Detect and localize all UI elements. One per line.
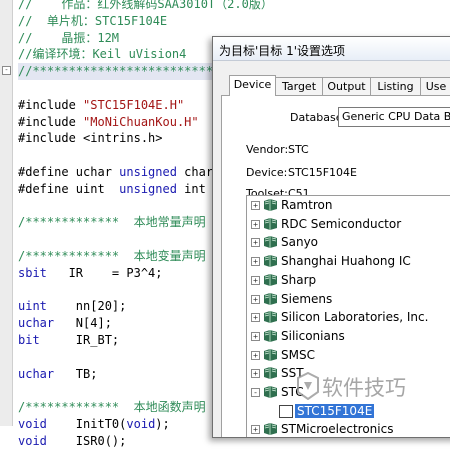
- vendor-book-icon: [264, 292, 277, 305]
- tree-vendor-item[interactable]: + Siemens: [247, 290, 450, 309]
- vendor-value: STC: [288, 143, 309, 156]
- expand-icon[interactable]: +: [251, 313, 260, 323]
- device-value: STC15F104E: [288, 166, 358, 179]
- code-token: uchar: [18, 366, 55, 381]
- device-label: Device:: [246, 166, 288, 179]
- tree-item-label: Shanghai Huahong IC: [281, 254, 411, 269]
- tree-item-label: Siemens: [281, 291, 333, 306]
- code-token: /************* 本地常量声明: [18, 215, 206, 230]
- code-token: #define uint: [18, 181, 120, 196]
- code-token: sbit: [18, 265, 47, 280]
- code-token: );: [155, 416, 170, 431]
- watermark-logo-icon: [297, 372, 319, 400]
- vendor-label: Vendor:: [246, 143, 289, 156]
- tree-item-label: STMicroelectronics: [281, 422, 394, 437]
- tree-item-label: RDC Semiconductor: [281, 216, 402, 231]
- expand-icon[interactable]: +: [251, 257, 260, 267]
- tree-vendor-item[interactable]: + Ramtron: [247, 196, 450, 215]
- tree-vendor-item[interactable]: + Sharp: [247, 271, 450, 290]
- expand-icon[interactable]: +: [251, 294, 260, 304]
- expand-icon[interactable]: +: [251, 275, 260, 285]
- code-token: // 单片机：STC15F104E: [18, 13, 168, 28]
- code-token: /************* 本地变量声明: [18, 248, 206, 263]
- tree-vendor-item[interactable]: + Silicon Laboratories, Inc.: [247, 308, 450, 327]
- tree-item-label: Sanyo: [281, 235, 319, 250]
- code-token: int: [176, 181, 206, 196]
- code-token: IR_BT;: [39, 332, 120, 347]
- code-token: bit: [18, 332, 40, 347]
- expand-icon[interactable]: +: [251, 201, 260, 210]
- code-token: uint: [18, 299, 47, 314]
- code-token: void: [126, 416, 156, 431]
- tree-item-label: Sharp: [281, 272, 317, 287]
- fold-toggle-icon[interactable]: -: [2, 66, 11, 75]
- code-token: unsigned: [119, 181, 177, 196]
- dialog-title-bar[interactable]: 为目标'目标 1'设置选项: [213, 37, 450, 61]
- database-select[interactable]: Generic CPU Data Base: [338, 107, 450, 127]
- expand-icon[interactable]: +: [251, 331, 260, 341]
- code-token: uchar: [18, 316, 55, 331]
- tree-vendor-item[interactable]: + RDC Semiconductor: [247, 215, 450, 234]
- code-token: "MoNiChuanKou.H": [83, 114, 199, 129]
- vendor-book-icon: [264, 236, 277, 249]
- expand-icon[interactable]: +: [251, 350, 260, 360]
- vendor-book-icon: [264, 329, 277, 342]
- code-line: // 单片机：STC15F104E: [18, 13, 300, 30]
- watermark-text: 软件技巧: [322, 376, 406, 400]
- code-token: TB;: [54, 366, 98, 381]
- tree-vendor-item[interactable]: + Shanghai Huahong IC: [247, 252, 450, 271]
- tab-device[interactable]: Device: [229, 75, 276, 96]
- expand-icon[interactable]: +: [251, 238, 260, 248]
- vendor-book-icon: [264, 311, 277, 324]
- tab-target[interactable]: Target: [275, 77, 323, 95]
- code-token: // 晶振：12M: [18, 30, 120, 45]
- code-token: #include <intrins.h>: [18, 131, 163, 146]
- code-token: unsigned: [119, 164, 177, 179]
- code-token: #include: [18, 97, 84, 112]
- tree-vendor-item[interactable]: + Sanyo: [247, 233, 450, 252]
- tab-listing[interactable]: Listing: [370, 77, 421, 95]
- code-token: char: [176, 164, 214, 179]
- vendor-book-icon: [264, 199, 277, 211]
- code-token: // 作品：红外线解码SAA3010T（2.0版）: [18, 0, 273, 11]
- tree-vendor-item[interactable]: + SMSC: [247, 346, 450, 365]
- expand-icon[interactable]: +: [251, 369, 260, 379]
- vendor-book-icon: [264, 367, 277, 380]
- vendor-book-icon: [264, 386, 277, 398]
- vendor-book-icon: [264, 273, 277, 286]
- expand-icon[interactable]: +: [251, 425, 260, 435]
- code-token: void: [18, 433, 47, 448]
- code-token: //编译环境：Keil uVision4: [18, 47, 187, 62]
- code-token: #include: [18, 114, 84, 129]
- collapse-icon[interactable]: -: [251, 388, 260, 397]
- tree-item-label: Silicon Laboratories, Inc.: [281, 310, 429, 325]
- tree-vendor-item[interactable]: + STMicroelectronics: [247, 420, 450, 437]
- vendor-book-icon: [264, 348, 277, 361]
- tree-item-label: SMSC: [281, 347, 315, 362]
- code-token: void: [18, 416, 47, 431]
- expand-icon[interactable]: +: [251, 219, 260, 229]
- watermark: 软件技巧: [296, 368, 450, 408]
- code-token: InitT0(: [46, 416, 127, 431]
- code-token: N[4];: [54, 316, 112, 331]
- editor-gutter: -: [0, 0, 13, 426]
- code-token: IR = P3^4;: [46, 265, 163, 280]
- code-token: nn[20];: [46, 299, 127, 314]
- vendor-book-icon: [264, 423, 277, 436]
- tab-output[interactable]: Output: [322, 77, 371, 95]
- tree-item-label: Siliconians: [281, 328, 345, 343]
- vendor-book-icon: [264, 255, 277, 268]
- code-token: "STC15F104E.H": [83, 97, 185, 112]
- code-token: #define uchar: [18, 164, 120, 179]
- tree-vendor-item[interactable]: + Siliconians: [247, 327, 450, 346]
- chip-icon: [279, 404, 293, 418]
- code-line: // 作品：红外线解码SAA3010T（2.0版）: [18, 0, 300, 13]
- tree-item-label: Ramtron: [281, 198, 333, 212]
- tab-user[interactable]: Use: [420, 77, 450, 95]
- vendor-book-icon: [264, 217, 277, 230]
- dialog-title: 为目标'目标 1'设置选项: [219, 44, 346, 58]
- code-token: ISR0();: [46, 433, 127, 448]
- code-token: /************* 本地函数声明: [18, 400, 206, 415]
